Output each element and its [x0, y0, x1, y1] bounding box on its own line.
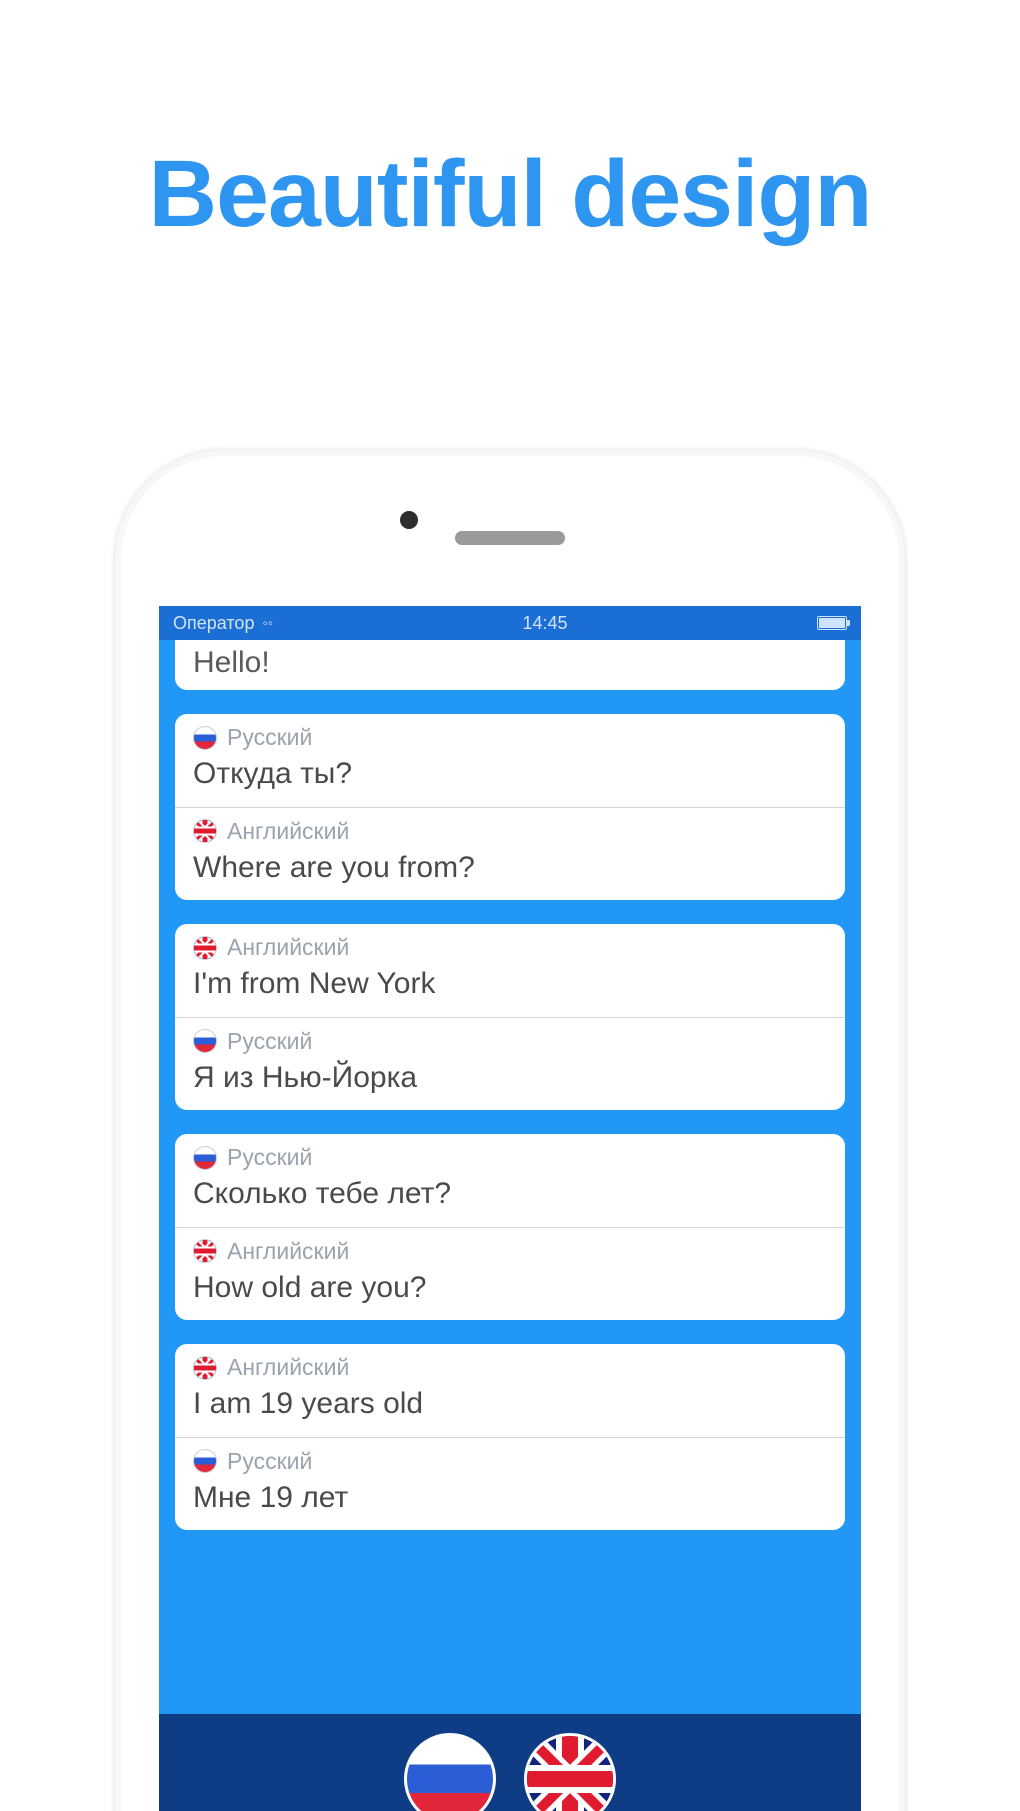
language-label: Русский [227, 724, 312, 751]
device-frame: Оператор ◦◦ 14:45 Hello! [115, 450, 905, 1811]
language-label: Английский [227, 934, 349, 961]
translated-text: Where are you from? [193, 849, 827, 887]
russia-flag-icon [193, 1449, 217, 1473]
status-bar: Оператор ◦◦ 14:45 [159, 606, 861, 640]
language-selector-bar [159, 1714, 861, 1811]
clock-label: 14:45 [523, 613, 568, 634]
russia-flag-icon [193, 726, 217, 750]
translation-card[interactable]: Русский Откуда ты? Английский Where are … [175, 714, 845, 900]
language-label: Русский [227, 1144, 312, 1171]
translated-text: Мне 19 лет [193, 1479, 827, 1517]
promo-headline: Beautiful design [0, 140, 1020, 249]
source-text: Сколько тебе лет? [193, 1175, 827, 1213]
translated-text: How old are you? [193, 1269, 827, 1307]
source-text: Откуда ты? [193, 755, 827, 793]
english-language-button[interactable] [524, 1733, 616, 1811]
uk-flag-icon [193, 936, 217, 960]
language-label: Английский [227, 1238, 349, 1265]
language-label: Русский [227, 1028, 312, 1055]
translation-card[interactable]: Английский I'm from New York Русский Я и… [175, 924, 845, 1110]
translation-card[interactable]: Русский Сколько тебе лет? Английский How… [175, 1134, 845, 1320]
wifi-icon: ◦◦ [262, 615, 273, 632]
battery-icon [817, 616, 847, 630]
uk-flag-icon [193, 1356, 217, 1380]
source-text: I'm from New York [193, 965, 827, 1003]
speaker-icon [455, 531, 565, 545]
russia-flag-icon [193, 1029, 217, 1053]
camera-dot-icon [400, 511, 418, 529]
language-label: Русский [227, 1448, 312, 1475]
language-label: Английский [227, 1354, 349, 1381]
translation-card-partial[interactable]: Hello! [175, 640, 845, 690]
language-label: Английский [227, 818, 349, 845]
russian-language-button[interactable] [404, 1733, 496, 1811]
translation-card[interactable]: Английский I am 19 years old Русский Мне… [175, 1344, 845, 1530]
app-screen: Оператор ◦◦ 14:45 Hello! [159, 606, 861, 1811]
translated-text: Я из Нью-Йорка [193, 1059, 827, 1097]
russia-flag-icon [193, 1146, 217, 1170]
carrier-label: Оператор [173, 613, 254, 634]
source-text: I am 19 years old [193, 1385, 827, 1423]
uk-flag-icon [193, 1239, 217, 1263]
uk-flag-icon [193, 819, 217, 843]
translation-text: Hello! [193, 646, 270, 679]
